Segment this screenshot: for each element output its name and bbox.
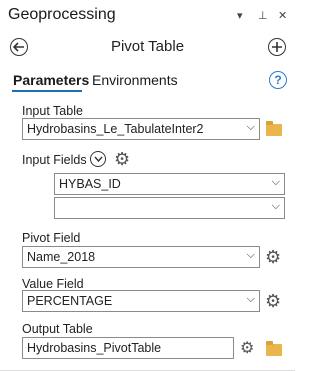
help-icon[interactable]: ?: [269, 71, 287, 89]
pane-title: Geoprocessing: [8, 6, 116, 23]
input-fields-label: Input Fields: [22, 153, 87, 167]
input-table-label: Input Table: [22, 104, 83, 118]
input-field-value-1: HYBAS_ID: [59, 177, 121, 191]
chevron-down-icon: ⌵: [271, 200, 280, 212]
pivot-field-dropdown[interactable]: Name_2018 ⌵: [22, 246, 260, 268]
tab-environments[interactable]: Environments: [92, 72, 178, 88]
input-fields-gear-icon[interactable]: ⚙: [114, 150, 130, 168]
value-field-dropdown[interactable]: PERCENTAGE ⌵: [22, 290, 260, 312]
tab-parameters[interactable]: Parameters: [13, 72, 89, 88]
pin-icon[interactable]: ⊥: [258, 9, 268, 22]
chevron-down-icon: ⌵: [271, 176, 280, 188]
add-button[interactable]: [268, 38, 286, 56]
input-table-dropdown[interactable]: Hydrobasins_Le_TabulateInter2 ⌵: [22, 118, 260, 140]
output-table-input[interactable]: Hydrobasins_PivotTable: [22, 337, 234, 359]
value-field-gear-icon[interactable]: ⚙: [265, 292, 281, 310]
chevron-down-icon: ⌵: [246, 249, 255, 261]
output-table-value: Hydrobasins_PivotTable: [27, 341, 162, 355]
chevron-down-icon: ⌵: [246, 293, 255, 305]
pivot-field-label: Pivot Field: [22, 231, 81, 245]
chevron-down-icon: ⌵: [246, 121, 255, 133]
pane-menu-icon[interactable]: ▾: [237, 9, 243, 22]
output-browse-folder-icon[interactable]: [266, 341, 282, 356]
output-settings-icon[interactable]: ⚙: [240, 338, 254, 358]
pivot-field-value: Name_2018: [27, 250, 96, 264]
value-field-label: Value Field: [22, 277, 84, 291]
value-field-value: PERCENTAGE: [27, 294, 113, 308]
plus-icon: [272, 42, 282, 52]
input-field-dropdown-1[interactable]: HYBAS_ID ⌵: [54, 173, 285, 195]
browse-folder-icon[interactable]: [266, 121, 282, 136]
output-table-label: Output Table: [22, 322, 93, 336]
input-table-value: Hydrobasins_Le_TabulateInter2: [27, 122, 204, 136]
close-icon[interactable]: ✕: [278, 9, 287, 22]
expand-chevron-icon[interactable]: [90, 151, 106, 167]
tool-title: Pivot Table: [110, 38, 185, 55]
input-field-dropdown-2[interactable]: ⌵: [54, 197, 285, 219]
pivot-field-gear-icon[interactable]: ⚙: [265, 248, 281, 266]
active-tab-indicator: [12, 90, 82, 92]
